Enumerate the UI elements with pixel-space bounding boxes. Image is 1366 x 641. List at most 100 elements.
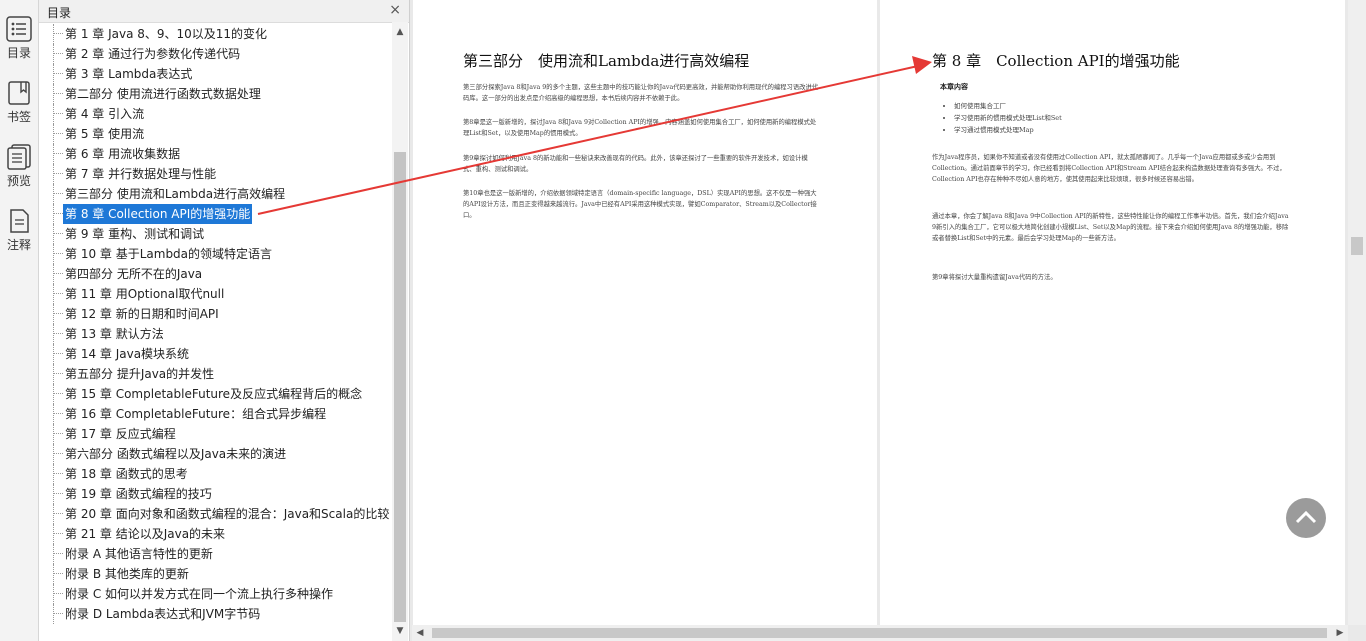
vertical-scroll-thumb[interactable] (1351, 237, 1363, 255)
toc-item-label: 第 9 章 重构、测试和调试 (65, 227, 205, 241)
scroll-down-icon[interactable]: ▼ (392, 623, 408, 639)
toc-item[interactable]: 第 12 章 新的日期和时间API (39, 304, 391, 324)
tree-connector (53, 533, 63, 534)
section-heading: 本章内容 (940, 82, 968, 91)
paragraph: 第10章也是这一版新增的，介绍依据领域特定语言（domain-specific … (463, 190, 817, 219)
close-icon[interactable]: × (389, 2, 401, 18)
toc-item-label: 第 16 章 CompletableFuture：组合式异步编程 (65, 407, 327, 421)
side-rail: 目录 书签 预览 注释 (0, 0, 39, 641)
toc-item[interactable]: 第 10 章 基于Lambda的领域特定语言 (39, 244, 391, 264)
toc-item-label: 附录 D Lambda表达式和JVM字节码 (65, 607, 261, 621)
toc-scrollbar[interactable]: ▲ ▼ (392, 22, 408, 641)
toc-item-label: 第四部分 无所不在的Java (65, 267, 203, 281)
rail-toc-label: 目录 (6, 46, 31, 60)
rail-bookmark-label: 书签 (6, 110, 31, 124)
toc-item[interactable]: 第 17 章 反应式编程 (39, 424, 391, 444)
toc-item[interactable]: 第六部分 函数式编程以及Java未来的演进 (39, 444, 391, 464)
toc-item[interactable]: 第 5 章 使用流 (39, 124, 391, 144)
tree-line (53, 244, 54, 264)
scroll-right-icon[interactable]: ▶ (1332, 625, 1348, 641)
toc-item-label: 附录 A 其他语言特性的更新 (65, 547, 213, 561)
list-item: 学习使用新的惯用模式处理List和Set (954, 112, 1314, 124)
toc-item[interactable]: 附录 C 如何以并发方式在同一个流上执行多种操作 (39, 584, 391, 604)
toc-item-label: 第 7 章 并行数据处理与性能 (65, 167, 217, 181)
toc-item[interactable]: 第三部分 使用流和Lambda进行高效编程 (39, 184, 391, 204)
toc-item[interactable]: 第 13 章 默认方法 (39, 324, 391, 344)
toc-item[interactable]: 第 1 章 Java 8、9、10以及11的变化 (39, 24, 391, 44)
tree-connector (53, 133, 63, 134)
tree-line (53, 604, 54, 624)
toc-item[interactable]: 第 3 章 Lambda表达式 (39, 64, 391, 84)
tree-line (53, 404, 54, 424)
toc-item-label: 第 5 章 使用流 (65, 127, 145, 141)
bullet-list: 如何使用集合工厂 学习使用新的惯用模式处理List和Set 学习通过惯用模式处理… (942, 100, 1314, 136)
toc-item[interactable]: 第 19 章 函数式编程的技巧 (39, 484, 391, 504)
toc-item-label: 第 12 章 新的日期和时间API (65, 307, 219, 321)
tree-connector (53, 193, 63, 194)
tree-connector (53, 93, 63, 94)
list-item: 如何使用集合工厂 (954, 100, 1314, 112)
rail-preview-label: 预览 (6, 174, 31, 188)
tree-connector (53, 373, 63, 374)
toc-item[interactable]: 第 11 章 用Optional取代null (39, 284, 391, 304)
toc-item[interactable]: 第 16 章 CompletableFuture：组合式异步编程 (39, 404, 391, 424)
rail-preview[interactable]: 预览 (0, 144, 38, 204)
tree-line (53, 144, 54, 164)
toc-item[interactable]: 第 15 章 CompletableFuture及反应式编程背后的概念 (39, 384, 391, 404)
tree-connector (53, 553, 63, 554)
toc-item[interactable]: 第 4 章 引入流 (39, 104, 391, 124)
rail-annotation[interactable]: 注释 (0, 208, 38, 268)
toc-item[interactable]: 第 21 章 结论以及Java的未来 (39, 524, 391, 544)
annotation-icon (10, 209, 29, 233)
toc-item-label: 第 13 章 默认方法 (65, 327, 164, 341)
tree-line (53, 264, 54, 284)
rail-toc[interactable]: 目录 (0, 16, 38, 76)
tree-connector (53, 53, 63, 54)
toc-item[interactable]: 第 14 章 Java模块系统 (39, 344, 391, 364)
scroll-left-icon[interactable]: ◀ (412, 625, 428, 641)
tree-line (53, 164, 54, 184)
toc-item[interactable]: 第四部分 无所不在的Java (39, 264, 391, 284)
document-horizontal-scrollbar[interactable]: ◀ ▶ (412, 625, 1348, 641)
scroll-up-icon[interactable]: ▲ (392, 24, 408, 40)
toc-item[interactable]: 第 9 章 重构、测试和调试 (39, 224, 391, 244)
tree-line (53, 464, 54, 484)
toc-list: 第 1 章 Java 8、9、10以及11的变化第 2 章 通过行为参数化传递代… (39, 22, 391, 641)
toc-item[interactable]: 第 8 章 Collection API的增强功能 (39, 204, 391, 224)
toc-item[interactable]: 第二部分 使用流进行函数式数据处理 (39, 84, 391, 104)
toc-item[interactable]: 第五部分 提升Java的并发性 (39, 364, 391, 384)
toc-item[interactable]: 附录 A 其他语言特性的更新 (39, 544, 391, 564)
toc-item[interactable]: 附录 D Lambda表达式和JVM字节码 (39, 604, 391, 624)
toc-scroll-thumb[interactable] (394, 152, 406, 622)
tree-connector (53, 73, 63, 74)
chevron-up-icon (1295, 510, 1317, 524)
paragraph: 第三部分探索Java 8和Java 9的多个主题，这些主题中的技巧能让你的Jav… (463, 84, 819, 102)
paragraph: 第9章将探讨大量重构遗留Java代码的方法。 (932, 274, 1057, 281)
tree-line (53, 444, 54, 464)
tree-line (53, 424, 54, 444)
tree-connector (53, 313, 63, 314)
toc-item[interactable]: 第 6 章 用流收集数据 (39, 144, 391, 164)
toc-item-label: 第二部分 使用流进行函数式数据处理 (65, 87, 261, 101)
tree-line (53, 304, 54, 324)
toc-item[interactable]: 附录 B 其他类库的更新 (39, 564, 391, 584)
toc-item-label: 第 11 章 用Optional取代null (65, 287, 225, 301)
toc-item[interactable]: 第 7 章 并行数据处理与性能 (39, 164, 391, 184)
back-to-top-button[interactable] (1286, 498, 1326, 538)
rail-bookmark[interactable]: 书签 (0, 80, 38, 140)
toc-title: 目录 (47, 6, 72, 20)
paragraph: 通过本章，你会了解Java 8和Java 9中Collection API的新特… (932, 213, 1289, 242)
toc-item[interactable]: 第 20 章 面向对象和函数式编程的混合：Java和Scala的比较 (39, 504, 391, 524)
tree-line (53, 364, 54, 384)
toc-item-label: 第 15 章 CompletableFuture及反应式编程背后的概念 (65, 387, 363, 401)
document-vertical-scrollbar[interactable] (1348, 0, 1366, 625)
toc-item[interactable]: 第 2 章 通过行为参数化传递代码 (39, 44, 391, 64)
toc-item-label: 第 4 章 引入流 (65, 107, 145, 121)
tree-line (53, 564, 54, 584)
toc-item[interactable]: 第 18 章 函数式的思考 (39, 464, 391, 484)
toc-list-icon (6, 16, 32, 42)
chapter-title: 第 8 章 Collection API的增强功能 (932, 52, 1180, 70)
horizontal-scroll-thumb[interactable] (432, 628, 1327, 638)
tree-line (53, 584, 54, 604)
tree-connector (53, 333, 63, 334)
